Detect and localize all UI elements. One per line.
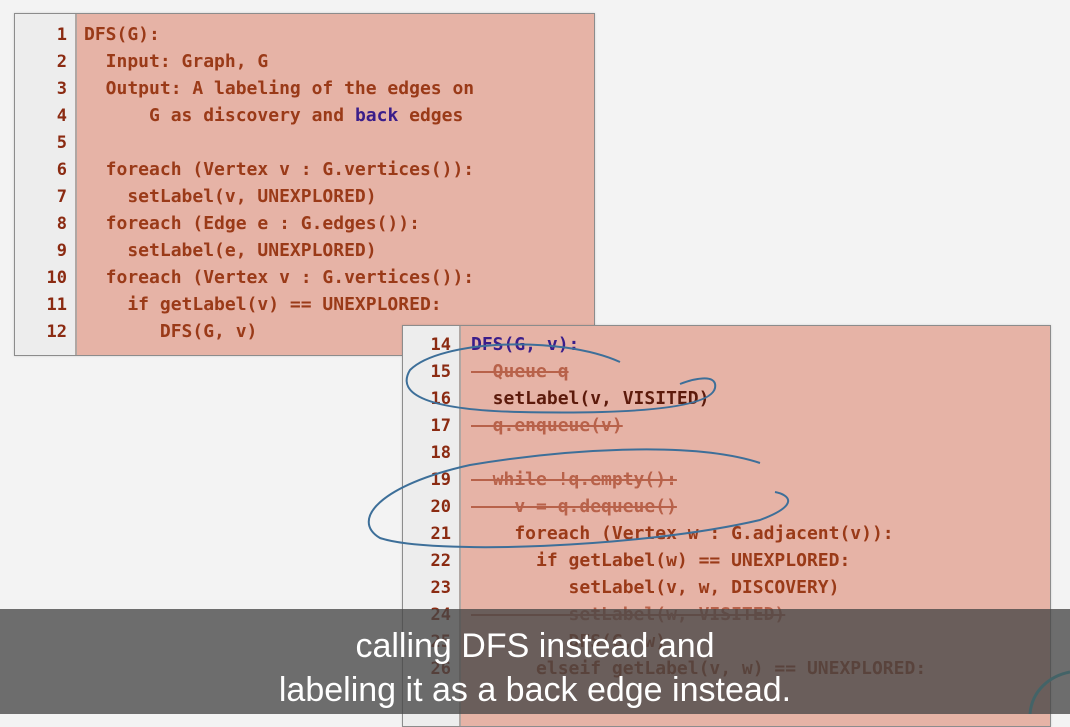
subtitle-line-1: calling DFS instead and — [355, 627, 715, 665]
line-number: 18 — [430, 443, 451, 463]
line-number: 2 — [56, 52, 67, 72]
line-number: 12 — [46, 322, 67, 342]
code-line: setLabel(v, w, DISCOVERY) — [471, 577, 840, 598]
code-line: DFS(G): — [84, 24, 160, 45]
line-number: 4 — [56, 106, 67, 126]
code-line: setLabel(v, UNEXPLORED) — [84, 186, 377, 207]
line-number: 5 — [56, 133, 67, 153]
line-number: 22 — [430, 551, 451, 571]
code-line: v = q.dequeue() — [471, 496, 677, 517]
code-line: setLabel(e, UNEXPLORED) — [84, 240, 377, 261]
line-number: 16 — [430, 389, 451, 409]
code-line: foreach (Vertex v : G.vertices()): — [84, 159, 475, 180]
line-number: 8 — [56, 214, 67, 234]
code-line: q.enqueue(v) — [471, 415, 623, 436]
line-number: 11 — [46, 295, 67, 315]
code-text: G as discovery and — [84, 105, 355, 126]
code-line: while !q.empty(): — [471, 469, 677, 490]
code-keyword: back — [354, 105, 399, 126]
code-line: Queue q — [471, 361, 569, 382]
code-line: DFS(G, v) — [84, 321, 258, 342]
code-line: foreach (Edge e : G.edges()): — [84, 213, 420, 234]
code-line: if getLabel(w) == UNEXPLORED: — [471, 550, 851, 571]
code-text: edges — [398, 105, 464, 126]
line-number: 19 — [430, 470, 451, 490]
line-number: 21 — [430, 524, 451, 544]
line-number: 7 — [56, 187, 67, 207]
line-number: 1 — [56, 25, 67, 45]
code-line: foreach (Vertex w : G.adjacent(v)): — [471, 523, 894, 544]
subtitle-line-2: labeling it as a back edge instead. — [278, 671, 792, 709]
line-number: 9 — [56, 241, 67, 261]
code-line: foreach (Vertex v : G.vertices()): — [84, 267, 475, 288]
code-line: setLabel(v, VISITED) — [471, 388, 710, 409]
line-number: 10 — [46, 268, 67, 288]
line-number: 23 — [430, 578, 451, 598]
line-number: 3 — [56, 79, 67, 99]
subtitle-caption-bar: calling DFS instead and labeling it as a… — [0, 609, 1070, 714]
line-number: 14 — [430, 335, 451, 355]
code-line: G as discovery and back edges — [84, 106, 463, 126]
line-number: 15 — [430, 362, 451, 382]
code-line: if getLabel(v) == UNEXPLORED: — [84, 294, 442, 315]
line-number: 6 — [56, 160, 67, 180]
code-panel-dfs-graph: 1 DFS(G): 2 Input: Graph, G 3 Output: A lab… — [14, 13, 595, 356]
code-line: Output: A labeling of the edges on — [84, 78, 475, 99]
code-line: Input: Graph, G — [84, 51, 269, 72]
line-number: 20 — [430, 497, 451, 517]
line-number: 17 — [430, 416, 451, 436]
code-line: DFS(G, v): — [471, 334, 580, 355]
